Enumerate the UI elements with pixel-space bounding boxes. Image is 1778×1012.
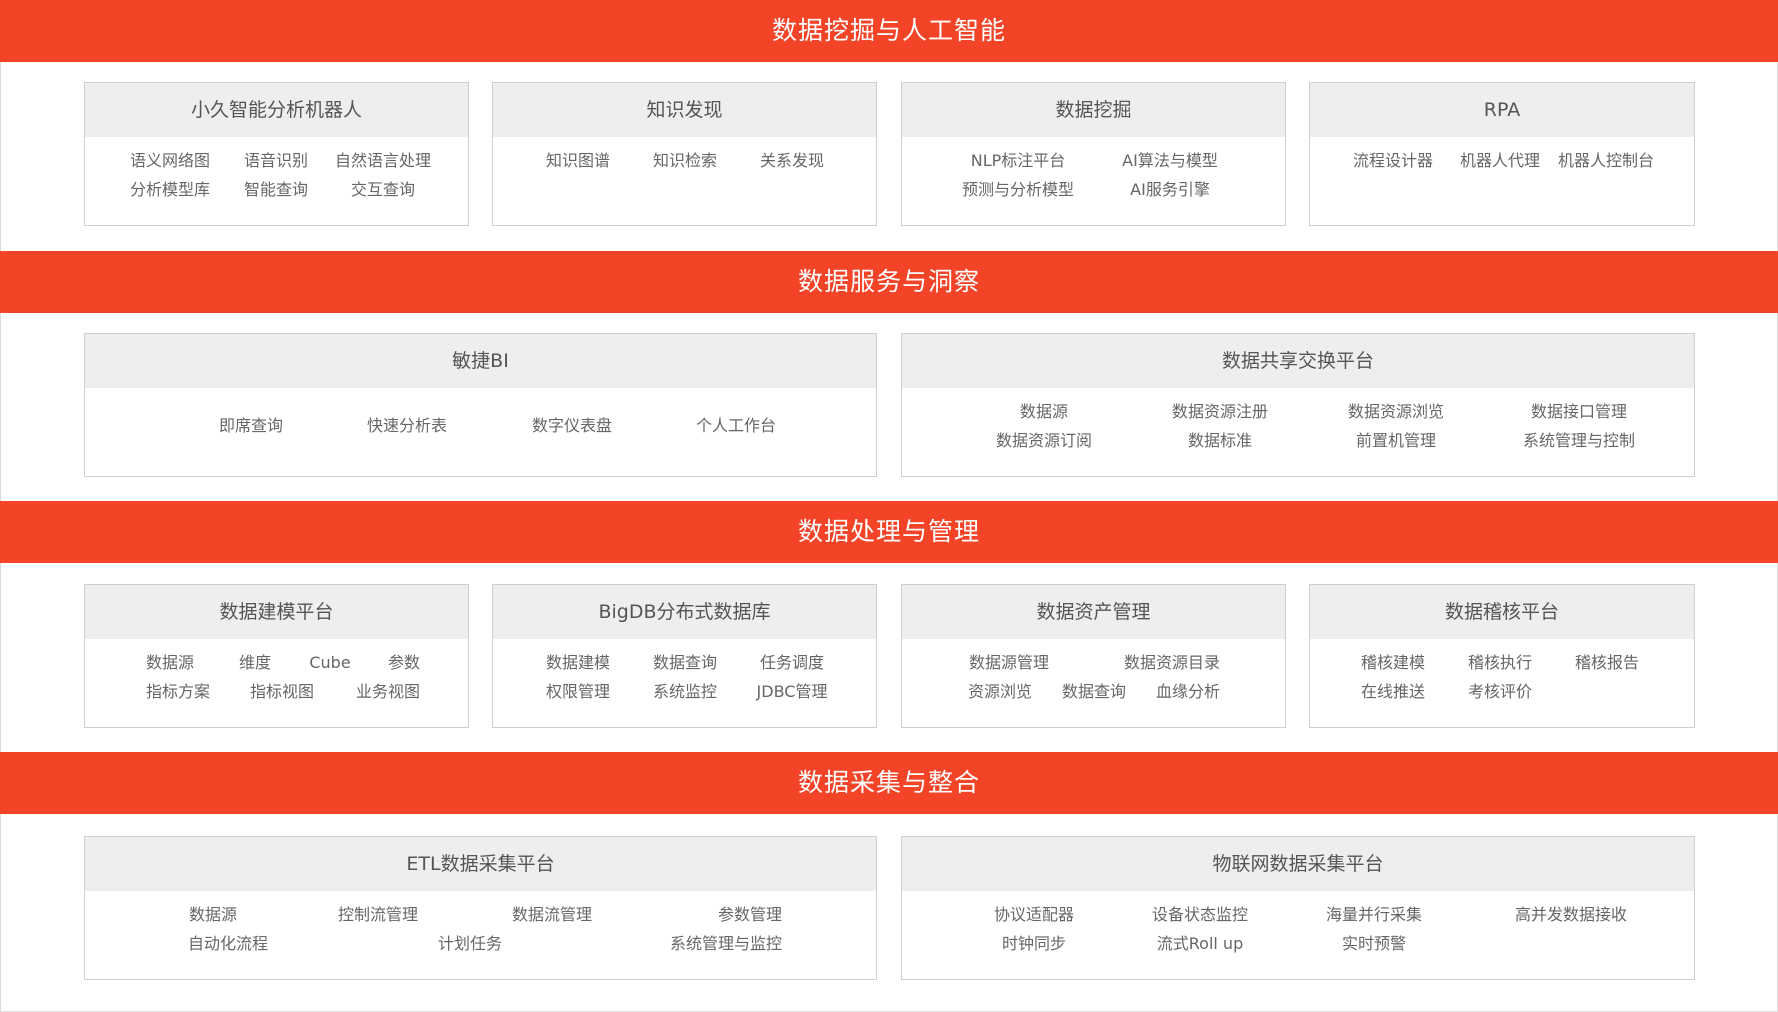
- box-item: 交互查询: [350, 180, 416, 199]
- box-item: 时钟同步: [1001, 934, 1067, 953]
- box-item: 任务调度: [759, 653, 825, 672]
- box-item: 前置机管理: [1355, 431, 1437, 450]
- box-item: 资源浏览: [967, 682, 1033, 701]
- section-title: 数据服务与洞察: [797, 267, 980, 296]
- section-band-service: 数据服务与洞察: [0, 251, 1778, 313]
- box-item: 参数管理: [717, 905, 783, 924]
- box-rpa: RPA 流程设计器 机器人代理 机器人控制台: [1309, 82, 1695, 226]
- box-item: 稽核报告: [1574, 653, 1640, 672]
- box-item: 数据源: [1019, 402, 1069, 421]
- box-item: 系统监控: [652, 682, 718, 701]
- box-item: AI算法与模型: [1122, 151, 1218, 170]
- box-item: 维度: [238, 653, 272, 672]
- box-item: 关系发现: [759, 151, 825, 170]
- section-title: 数据采集与整合: [797, 768, 980, 797]
- box-title: 物联网数据采集平台: [902, 837, 1694, 891]
- box-item: 高并发数据接收: [1514, 905, 1628, 924]
- box-item: 自动化流程: [187, 934, 269, 953]
- box-data-asset: 数据资产管理 数据源管理 数据资源目录 资源浏览 数据查询 血缘分析: [901, 584, 1286, 728]
- box-title: 敏捷BI: [85, 334, 876, 388]
- box-knowledge-discovery: 知识发现 知识图谱 知识检索 关系发现: [492, 82, 877, 226]
- box-item: AI服务引擎: [1130, 180, 1210, 199]
- box-item: 预测与分析模型: [961, 180, 1075, 199]
- box-item: 实时预警: [1341, 934, 1407, 953]
- box-item: 机器人控制台: [1557, 151, 1655, 170]
- box-item: 稽核执行: [1467, 653, 1533, 672]
- box-item: 指标方案: [145, 682, 211, 701]
- section-title: 数据挖掘与人工智能: [771, 16, 1006, 45]
- box-item: Cube: [309, 653, 351, 672]
- box-item: 稽核建模: [1360, 653, 1426, 672]
- box-item: 知识检索: [652, 151, 718, 170]
- box-title: 数据稽核平台: [1310, 585, 1694, 639]
- box-item: 流式Roll up: [1156, 934, 1244, 953]
- box-data-mining: 数据挖掘 NLP标注平台 AI算法与模型 预测与分析模型 AI服务引擎: [901, 82, 1286, 226]
- box-item: JDBC管理: [756, 682, 828, 701]
- box-item: 即席查询: [218, 416, 284, 435]
- box-item: 数据查询: [1061, 682, 1127, 701]
- box-data-audit: 数据稽核平台 稽核建模 稽核执行 稽核报告 在线推送 考核评价: [1309, 584, 1695, 728]
- box-item: 数据标准: [1187, 431, 1253, 450]
- box-item: 语义网络图: [129, 151, 211, 170]
- box-item: 智能查询: [243, 180, 309, 199]
- box-title: 知识发现: [493, 83, 876, 137]
- box-item: 考核评价: [1467, 682, 1533, 701]
- box-item: 数据资源目录: [1123, 653, 1221, 672]
- box-title: RPA: [1310, 83, 1694, 137]
- box-title: 数据挖掘: [902, 83, 1285, 137]
- box-item: 数据资源浏览: [1347, 402, 1445, 421]
- box-item: 知识图谱: [545, 151, 611, 170]
- box-item: 快速分析表: [366, 416, 448, 435]
- box-item: 计划任务: [437, 934, 503, 953]
- box-item: 业务视图: [355, 682, 421, 701]
- box-item: NLP标注平台: [970, 151, 1066, 170]
- box-item: 自然语言处理: [334, 151, 432, 170]
- box-item: 数据资源注册: [1171, 402, 1269, 421]
- box-item: 协议适配器: [993, 905, 1075, 924]
- box-bigdb: BigDB分布式数据库 数据建模 数据查询 任务调度 权限管理 系统监控 JDB…: [492, 584, 877, 728]
- box-item: 数据源管理: [968, 653, 1050, 672]
- box-item: 系统管理与控制: [1522, 431, 1636, 450]
- box-item: 数据查询: [652, 653, 718, 672]
- box-title: 数据建模平台: [85, 585, 468, 639]
- box-title: 数据共享交换平台: [902, 334, 1694, 388]
- box-item: 控制流管理: [337, 905, 419, 924]
- box-item: 血缘分析: [1155, 682, 1221, 701]
- box-etl: ETL数据采集平台 数据源 控制流管理 数据流管理 参数管理 自动化流程 计划任…: [84, 836, 877, 980]
- box-data-sharing: 数据共享交换平台 数据源 数据资源注册 数据资源浏览 数据接口管理 数据资源订阅…: [901, 333, 1695, 477]
- box-item: 流程设计器: [1352, 151, 1434, 170]
- box-item: 数据源: [145, 653, 195, 672]
- box-title: 数据资产管理: [902, 585, 1285, 639]
- box-item: 语音识别: [243, 151, 309, 170]
- box-item: 数据接口管理: [1530, 402, 1628, 421]
- box-item: 海量并行采集: [1325, 905, 1423, 924]
- box-iot: 物联网数据采集平台 协议适配器 设备状态监控 海量并行采集 高并发数据接收 时钟…: [901, 836, 1695, 980]
- section-title: 数据处理与管理: [797, 517, 980, 546]
- box-item: 在线推送: [1360, 682, 1426, 701]
- box-item: 数字仪表盘: [531, 416, 613, 435]
- box-analysis-robot: 小久智能分析机器人 语义网络图 语音识别 自然语言处理 分析模型库 智能查询 交…: [84, 82, 469, 226]
- section-band-collection: 数据采集与整合: [0, 752, 1778, 814]
- box-title: BigDB分布式数据库: [493, 585, 876, 639]
- section-band-processing: 数据处理与管理: [0, 501, 1778, 563]
- box-item: 系统管理与监控: [669, 934, 783, 953]
- section-band-ai: 数据挖掘与人工智能: [0, 0, 1778, 62]
- box-data-modeling: 数据建模平台 数据源 维度 Cube 参数 指标方案 指标视图 业务视图: [84, 584, 469, 728]
- box-item: 数据源: [188, 905, 238, 924]
- box-item: 个人工作台: [695, 416, 777, 435]
- box-item: 指标视图: [249, 682, 315, 701]
- box-item: 权限管理: [545, 682, 611, 701]
- box-item: 数据资源订阅: [995, 431, 1093, 450]
- box-item: 分析模型库: [129, 180, 211, 199]
- box-item: 参数: [387, 653, 421, 672]
- box-item: 数据流管理: [511, 905, 593, 924]
- box-item: 机器人代理: [1459, 151, 1541, 170]
- box-item: 数据建模: [545, 653, 611, 672]
- box-title: ETL数据采集平台: [85, 837, 876, 891]
- box-title: 小久智能分析机器人: [85, 83, 468, 137]
- box-agile-bi: 敏捷BI 即席查询 快速分析表 数字仪表盘 个人工作台: [84, 333, 877, 477]
- box-item: 设备状态监控: [1151, 905, 1249, 924]
